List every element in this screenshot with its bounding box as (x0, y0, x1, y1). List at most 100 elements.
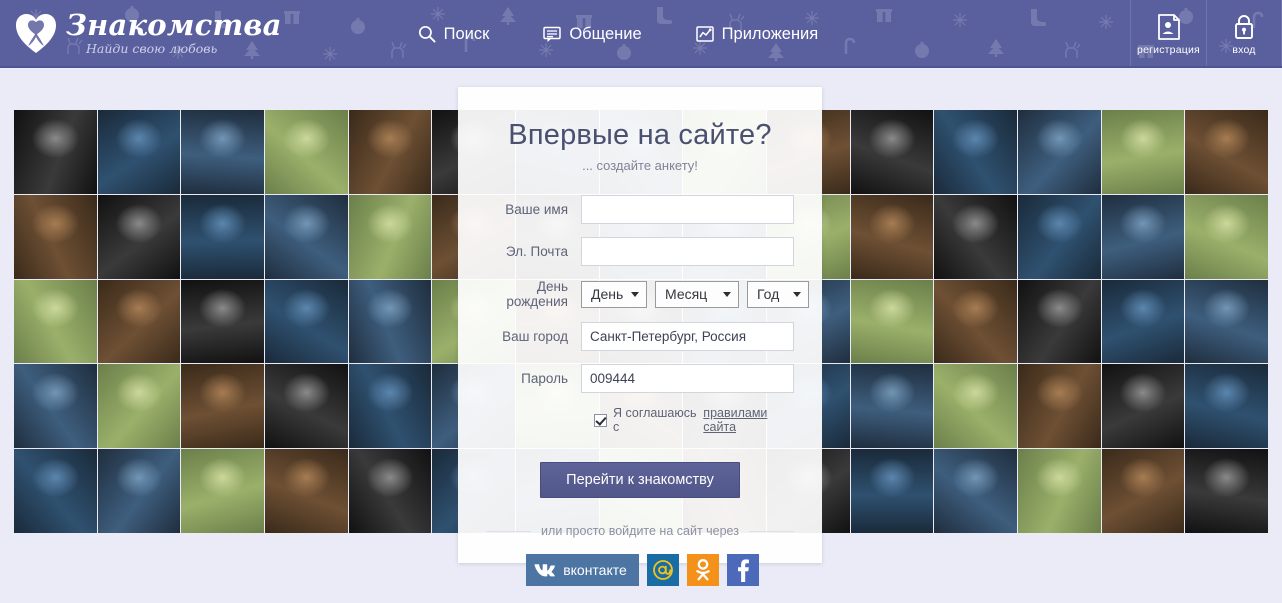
profile-photo-tile (181, 194, 264, 279)
odnoklassniki-icon (696, 559, 710, 581)
social-divider: или просто войдите на сайт через (486, 524, 795, 538)
profile-photo-tile (14, 110, 97, 194)
birthday-month-select[interactable]: Месяц (655, 280, 739, 308)
profile-photo-tile (264, 194, 348, 279)
name-input[interactable] (581, 195, 794, 224)
profile-photo-tile (264, 449, 348, 533)
profile-photo-tile (1185, 449, 1268, 533)
chevron-down-icon (793, 292, 801, 297)
field-row-password: Пароль (486, 364, 794, 393)
label-city: Ваш город (502, 329, 568, 344)
chevron-down-icon (723, 292, 731, 297)
profile-photo-tile (14, 194, 97, 279)
profile-photo-tile (14, 279, 97, 364)
profile-photo-tile (97, 449, 181, 533)
login-button[interactable]: вход (1206, 0, 1282, 66)
social-login-buttons: вконтакте (526, 554, 794, 586)
profile-photo-tile (1017, 449, 1101, 533)
lock-icon (1235, 14, 1253, 39)
profile-photo-tile (850, 449, 934, 533)
profile-photo-tile (181, 279, 264, 364)
chat-bubble-icon (543, 26, 562, 42)
profile-photo-tile (348, 364, 432, 449)
logo-title: Знакомства (66, 7, 282, 42)
mailru-at-icon (653, 560, 673, 580)
main-navigation: Поиск Общение Приложения (418, 24, 818, 44)
profile-photo-tile (97, 364, 181, 449)
profile-photo-tile (1185, 279, 1268, 364)
divider-line-right (748, 530, 795, 532)
profile-photo-tile (1101, 194, 1185, 279)
submit-button[interactable]: Перейти к знакомству (540, 462, 740, 498)
birthday-day-value: День (591, 286, 624, 302)
vkontakte-login-button[interactable]: вконтакте (526, 554, 639, 586)
label-name: Ваше имя (505, 202, 568, 217)
profile-photo-tile (1101, 110, 1185, 194)
nav-item-apps[interactable]: Приложения (695, 25, 818, 44)
mailru-login-button[interactable] (647, 554, 679, 586)
profile-photo-tile (181, 364, 264, 449)
profile-photo-tile (1185, 110, 1268, 194)
label-email: Эл. Почта (505, 244, 568, 259)
profile-photo-tile (1017, 364, 1101, 449)
site-header: Знакомства Найди свою любовь Поиск Общен… (0, 0, 1282, 68)
logo-subtitle: Найди свою любовь (86, 40, 218, 56)
profile-photo-tile (1017, 194, 1101, 279)
apps-chart-icon (695, 26, 714, 42)
field-row-birthday: День рождения День Месяц Год (486, 279, 809, 309)
password-input[interactable] (581, 364, 794, 393)
facebook-icon (738, 559, 749, 582)
divider-line-left (486, 530, 532, 532)
auth-actions: регистрация вход (1130, 0, 1282, 66)
page-title: Впервые на сайте? (508, 119, 772, 151)
site-logo[interactable]: Знакомства Найди свою любовь (14, 0, 282, 66)
city-input[interactable] (581, 322, 794, 351)
vkontakte-label: вконтакте (563, 562, 627, 578)
field-row-city: Ваш город (486, 322, 794, 351)
nav-label-messages: Общение (569, 24, 642, 43)
nav-label-search: Поиск (443, 24, 490, 43)
profile-photo-tile (264, 364, 348, 449)
field-row-name: Ваше имя (486, 195, 794, 224)
field-row-email: Эл. Почта (486, 237, 794, 266)
search-icon (418, 25, 436, 43)
register-button[interactable]: регистрация (1130, 0, 1206, 66)
birthday-year-select[interactable]: Год (747, 280, 809, 308)
profile-photo-tile (348, 449, 432, 533)
profile-photo-tile (264, 279, 348, 364)
birthday-month-value: Месяц (665, 286, 708, 302)
id-card-icon (1157, 13, 1180, 40)
profile-photo-tile (14, 449, 97, 533)
profile-photo-tile (850, 364, 934, 449)
login-label: вход (1232, 43, 1256, 56)
chevron-down-icon (631, 292, 639, 297)
profile-photo-tile (348, 110, 432, 194)
agreement-checkbox[interactable] (594, 413, 607, 427)
email-input[interactable] (581, 237, 794, 266)
profile-photo-tile (1185, 364, 1268, 449)
profile-photo-tile (934, 194, 1017, 279)
nav-item-search[interactable]: Поиск (418, 24, 490, 44)
birthday-day-select[interactable]: День (581, 280, 647, 308)
profile-photo-tile (934, 364, 1017, 449)
profile-photo-tile (264, 110, 348, 194)
register-label: регистрация (1137, 43, 1200, 56)
label-password: Пароль (521, 371, 568, 386)
nav-item-messages[interactable]: Общение (543, 24, 642, 44)
site-rules-link[interactable]: правилами сайта (703, 406, 794, 434)
odnoklassniki-login-button[interactable] (687, 554, 719, 586)
profile-photo-tile (1101, 279, 1185, 364)
profile-photo-tile (97, 194, 181, 279)
registration-card: Впервые на сайте? ... создайте анкету! В… (458, 87, 822, 586)
profile-photo-tile (850, 279, 934, 364)
profile-photo-tile (934, 279, 1017, 364)
profile-photo-tile (1185, 194, 1268, 279)
page-subtitle: ... создайте анкету! (582, 158, 698, 173)
facebook-login-button[interactable] (727, 554, 759, 586)
profile-photo-tile (934, 110, 1017, 194)
profile-photo-tile (97, 279, 181, 364)
social-login-hint: или просто войдите на сайт через (541, 524, 739, 538)
label-birthday: День рождения (506, 279, 568, 309)
profile-photo-tile (348, 279, 432, 364)
profile-photo-tile (1101, 364, 1185, 449)
